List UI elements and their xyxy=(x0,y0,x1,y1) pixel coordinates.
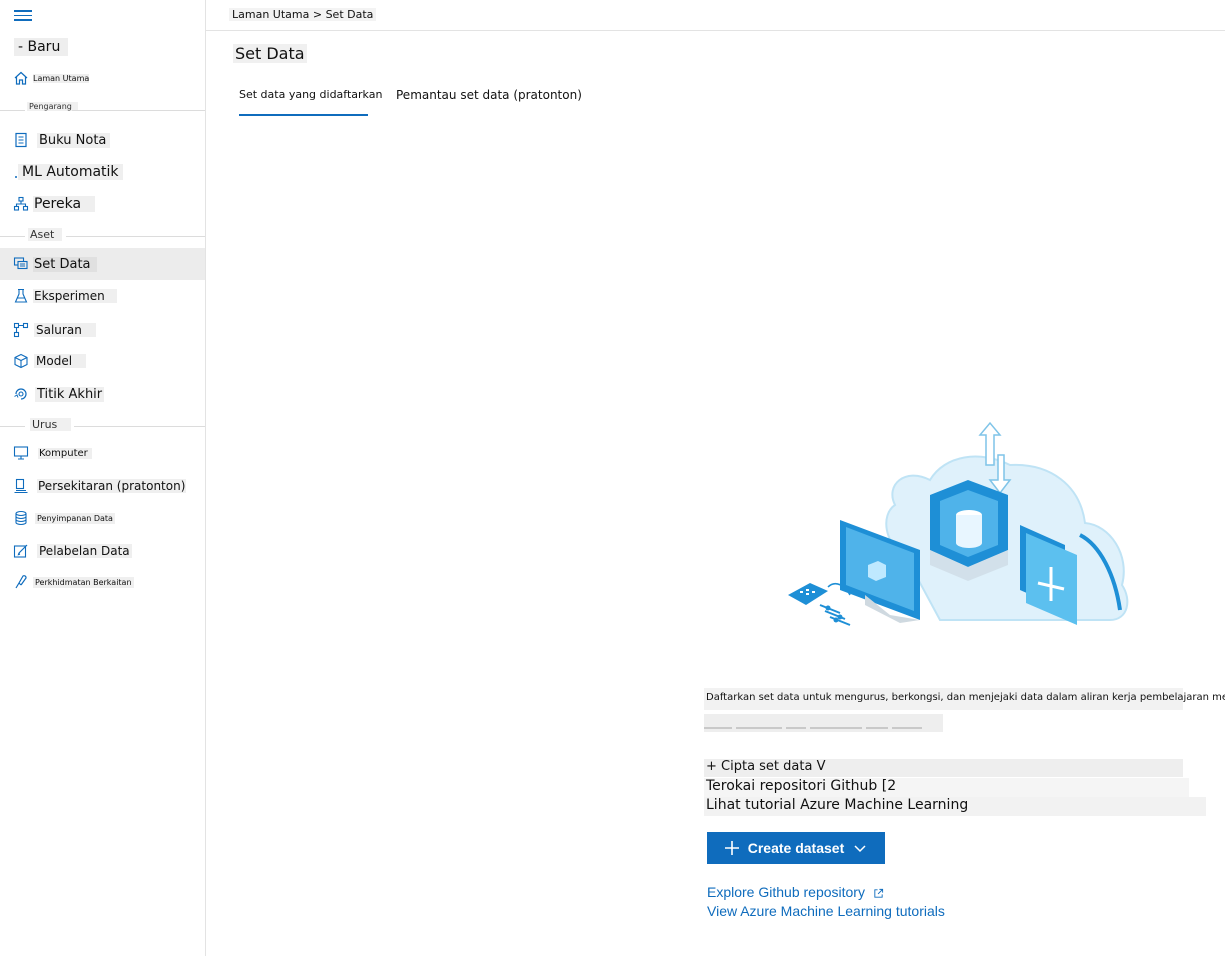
sidebar-item-endpoints[interactable]: Titik Akhir xyxy=(0,380,205,408)
sidebar-item-label: Titik Akhir xyxy=(35,386,105,402)
empty-state-description: Daftarkan set data untuk mengurus, berko… xyxy=(704,688,1225,710)
sidebar-item-datastores[interactable]: Penyimpanan Data xyxy=(0,504,205,532)
sidebar-item-label: Penyimpanan Data xyxy=(35,512,115,524)
sidebar-item-label: Set Data xyxy=(33,256,97,272)
dataset-icon xyxy=(13,256,29,272)
breadcrumb[interactable]: Laman Utama > Set Data xyxy=(229,8,377,21)
sidebar-item-label: Eksperimen xyxy=(33,289,117,303)
active-tab-indicator xyxy=(239,114,368,116)
sidebar-item-experiments[interactable]: Eksperimen xyxy=(0,282,205,310)
create-dataset-label: Create dataset xyxy=(747,840,845,856)
empty-state-description-faint xyxy=(704,714,943,732)
sidebar-item-automl[interactable]: ML Automatik xyxy=(0,158,205,186)
sidebar-item-designer[interactable]: Pereka xyxy=(0,190,205,218)
cube-icon xyxy=(13,353,29,369)
sidebar-item-environments[interactable]: Persekitaran (pratonton) xyxy=(0,472,205,500)
sidebar-item-pipelines[interactable]: Saluran xyxy=(0,316,205,344)
sidebar-item-datasets[interactable]: Set Data xyxy=(0,248,205,280)
sidebar-item-label: Pereka xyxy=(33,196,96,212)
sidebar-item-home[interactable]: Laman Utama xyxy=(0,64,205,92)
sidebar-item-notebooks[interactable]: Buku Nota xyxy=(0,126,205,154)
sidebar-item-linked-services[interactable]: Perkhidmatan Berkaitan xyxy=(0,568,205,596)
dataset-cloud-illustration xyxy=(788,421,1129,626)
sidebar-item-label: Laman Utama xyxy=(33,73,90,83)
home-icon xyxy=(13,70,29,86)
pipeline-icon xyxy=(13,322,29,338)
link-icon xyxy=(13,574,29,590)
translated-github-link-text: Terokai repositori Github [2 xyxy=(704,778,1189,797)
sidebar-item-label: ML Automatik xyxy=(18,164,123,180)
chevron-down-icon xyxy=(854,845,866,853)
sidebar-item-models[interactable]: Model xyxy=(0,347,205,375)
explore-github-link[interactable]: Explore Github repository xyxy=(707,884,884,900)
top-bar: Laman Utama > Set Data xyxy=(206,0,1225,31)
section-label: Aset xyxy=(28,228,63,241)
endpoint-icon xyxy=(13,386,29,402)
plus-icon xyxy=(724,841,739,855)
sidebar-item-label: Perkhidmatan Berkaitan xyxy=(33,576,134,588)
view-tutorials-link[interactable]: View Azure Machine Learning tutorials xyxy=(707,903,945,919)
page-title: Set Data xyxy=(233,44,307,63)
hamburger-menu-icon[interactable] xyxy=(14,8,32,22)
translated-create-dataset-text: + Cipta set data V xyxy=(704,759,1183,777)
translated-tutorials-link-text: Lihat tutorial Azure Machine Learning xyxy=(704,797,1206,816)
new-button[interactable]: - Baru xyxy=(14,38,69,56)
monitor-icon xyxy=(13,445,29,461)
tab-dataset-monitors[interactable]: Pemantau set data (pratonton) xyxy=(396,88,582,102)
sidebar-item-label: Pelabelan Data xyxy=(37,544,132,558)
environment-icon xyxy=(13,478,29,494)
sidebar-item-data-labeling[interactable]: Pelabelan Data xyxy=(0,537,205,565)
sidebar-item-label: Buku Nota xyxy=(37,132,111,148)
edit-icon xyxy=(13,543,29,559)
section-label: Urus xyxy=(30,418,72,431)
sidebar-item-label: Model xyxy=(34,354,87,368)
sidebar-item-label: Persekitaran (pratonton) xyxy=(37,479,187,493)
database-icon xyxy=(13,510,29,526)
sidebar-item-compute[interactable]: Komputer xyxy=(0,439,205,467)
notebook-icon xyxy=(13,132,29,148)
external-link-icon xyxy=(874,888,883,898)
create-dataset-button[interactable]: Create dataset xyxy=(707,832,885,864)
designer-icon xyxy=(13,196,29,212)
sidebar-item-label: Komputer xyxy=(38,447,92,459)
explore-github-label: Explore Github repository xyxy=(707,884,865,900)
tab-registered-datasets[interactable]: Set data yang didaftarkan xyxy=(239,88,382,101)
section-label: Pengarang xyxy=(27,102,78,111)
sidebar: - Baru Laman Utama Pengarang Buku Nota M… xyxy=(0,0,206,956)
sidebar-item-label: Saluran xyxy=(34,323,96,337)
flask-icon xyxy=(13,288,29,304)
